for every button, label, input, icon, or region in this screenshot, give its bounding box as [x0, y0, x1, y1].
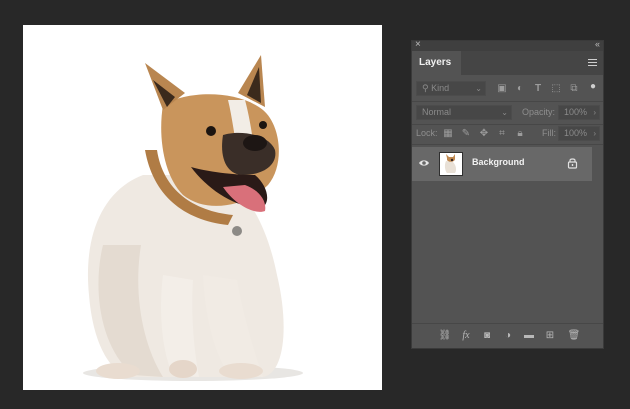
layer-name: Background	[472, 157, 525, 167]
opacity-value: 100%	[564, 107, 588, 117]
lock-transparent-icon[interactable]: ▦	[442, 128, 454, 140]
trash-icon[interactable]: 🗑︎	[567, 329, 581, 343]
panel-title-bar[interactable]: × ‹‹	[412, 39, 603, 51]
smart-object-filter-icon[interactable]: ⧉	[568, 83, 580, 95]
layer-row-background[interactable]: Background	[412, 147, 592, 181]
filter-row: ⚲ Kind ⌄ ▣ ◐ T ⬚ ⧉ ●	[412, 81, 603, 101]
divider	[412, 101, 603, 102]
group-folder-icon[interactable]: ▬	[522, 329, 536, 343]
lock-icon	[567, 158, 578, 169]
lock-image-icon[interactable]: ✎	[460, 128, 472, 140]
document-canvas[interactable]	[23, 25, 382, 390]
panel-tab-row: Layers	[412, 51, 603, 75]
pixel-filter-icon[interactable]: ▣	[496, 83, 508, 95]
blend-mode-select[interactable]: Normal ⌄	[416, 105, 512, 120]
new-layer-icon[interactable]: ⊞	[543, 329, 557, 343]
layer-thumbnail	[439, 152, 463, 176]
fx-icon[interactable]: fx	[459, 329, 473, 343]
chevron-down-icon: ›	[593, 108, 596, 117]
panel-menu-icon[interactable]	[588, 59, 597, 67]
tab-layers[interactable]: Layers	[412, 51, 461, 75]
dog-photo	[83, 55, 303, 381]
add-mask-icon[interactable]: ◙	[480, 329, 494, 343]
collapse-icon[interactable]: ‹‹	[595, 39, 600, 49]
chevron-down-icon: ⌄	[475, 84, 482, 93]
filter-toggle-icon[interactable]: ●	[587, 81, 599, 93]
fill-value: 100%	[564, 128, 588, 138]
search-icon: ⚲	[422, 83, 429, 93]
opacity-input[interactable]: 100% ›	[558, 105, 600, 120]
divider	[412, 124, 603, 125]
fill-label: Fill:	[542, 128, 556, 138]
chevron-down-icon: ⌄	[501, 108, 508, 117]
filter-kind-select[interactable]: ⚲ Kind ⌄	[416, 81, 486, 96]
type-filter-icon[interactable]: T	[532, 83, 544, 95]
divider	[412, 144, 603, 145]
lock-position-icon[interactable]: ✥	[478, 128, 490, 140]
fill-input[interactable]: 100% ›	[558, 126, 600, 141]
lock-all-icon[interactable]: 🔒︎	[514, 128, 526, 140]
layers-bottom-toolbar: ⛓︎ fx ◙ ◑ ▬ ⊞ 🗑︎	[412, 323, 603, 348]
lock-label: Lock:	[416, 128, 438, 138]
lock-row: Lock: ▦ ✎ ✥ ⌗ 🔒︎ Fill: 100% ›	[412, 126, 603, 142]
adjustment-filter-icon[interactable]: ◐	[514, 83, 526, 95]
blend-mode-value: Normal	[422, 107, 452, 117]
link-layers-icon[interactable]: ⛓︎	[438, 329, 452, 343]
filter-kind-label: Kind	[431, 83, 450, 93]
adjustment-layer-icon[interactable]: ◑	[501, 329, 515, 343]
blend-row: Normal ⌄ Opacity: 100% ›	[412, 105, 603, 121]
chevron-down-icon: ›	[593, 129, 596, 138]
layers-panel: × ‹‹ Layers ⚲ Kind ⌄ ▣ ◐ T ⬚ ⧉ ● Normal …	[411, 39, 604, 349]
opacity-label: Opacity:	[522, 107, 556, 117]
lock-artboard-icon[interactable]: ⌗	[496, 128, 508, 140]
close-icon[interactable]: ×	[415, 39, 421, 50]
eye-icon[interactable]	[419, 158, 429, 168]
shape-filter-icon[interactable]: ⬚	[550, 83, 562, 95]
